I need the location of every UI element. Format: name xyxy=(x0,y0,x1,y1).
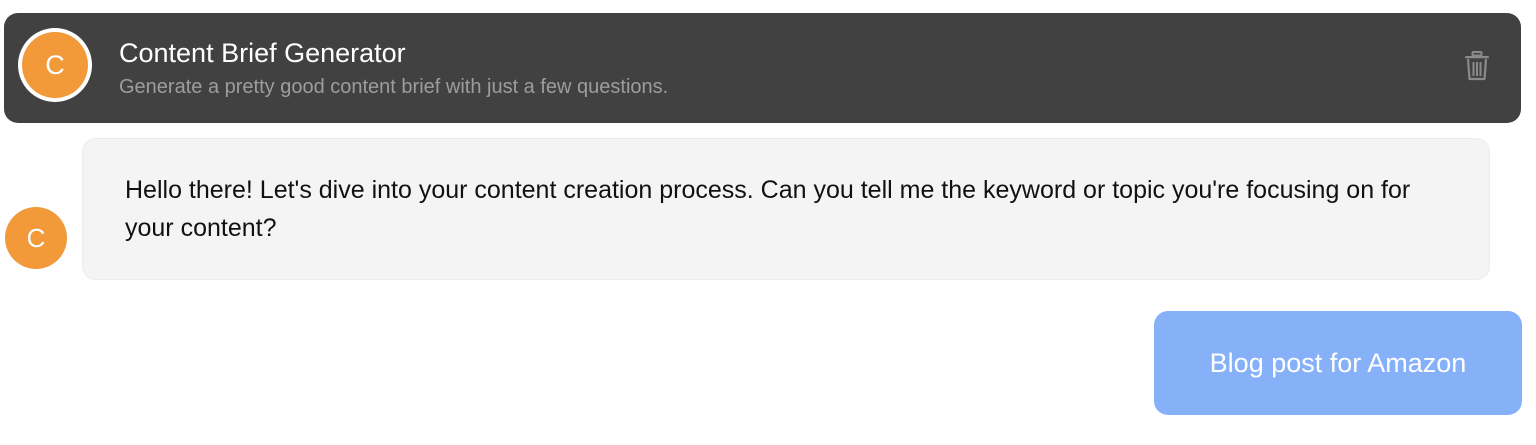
assistant-avatar: C xyxy=(5,207,67,269)
chat-header: C Content Brief Generator Generate a pre… xyxy=(4,13,1521,123)
page-title: Content Brief Generator xyxy=(119,38,406,68)
header-avatar: C xyxy=(18,28,92,102)
assistant-message: Hello there! Let's dive into your conten… xyxy=(82,138,1490,280)
user-message: Blog post for Amazon xyxy=(1154,311,1522,415)
assistant-message-text: Hello there! Let's dive into your conten… xyxy=(125,176,1411,242)
header-avatar-letter: C xyxy=(22,32,88,98)
trash-icon[interactable] xyxy=(1464,51,1490,81)
user-message-text: Blog post for Amazon xyxy=(1209,347,1467,378)
page-subtitle: Generate a pretty good content brief wit… xyxy=(119,76,669,98)
